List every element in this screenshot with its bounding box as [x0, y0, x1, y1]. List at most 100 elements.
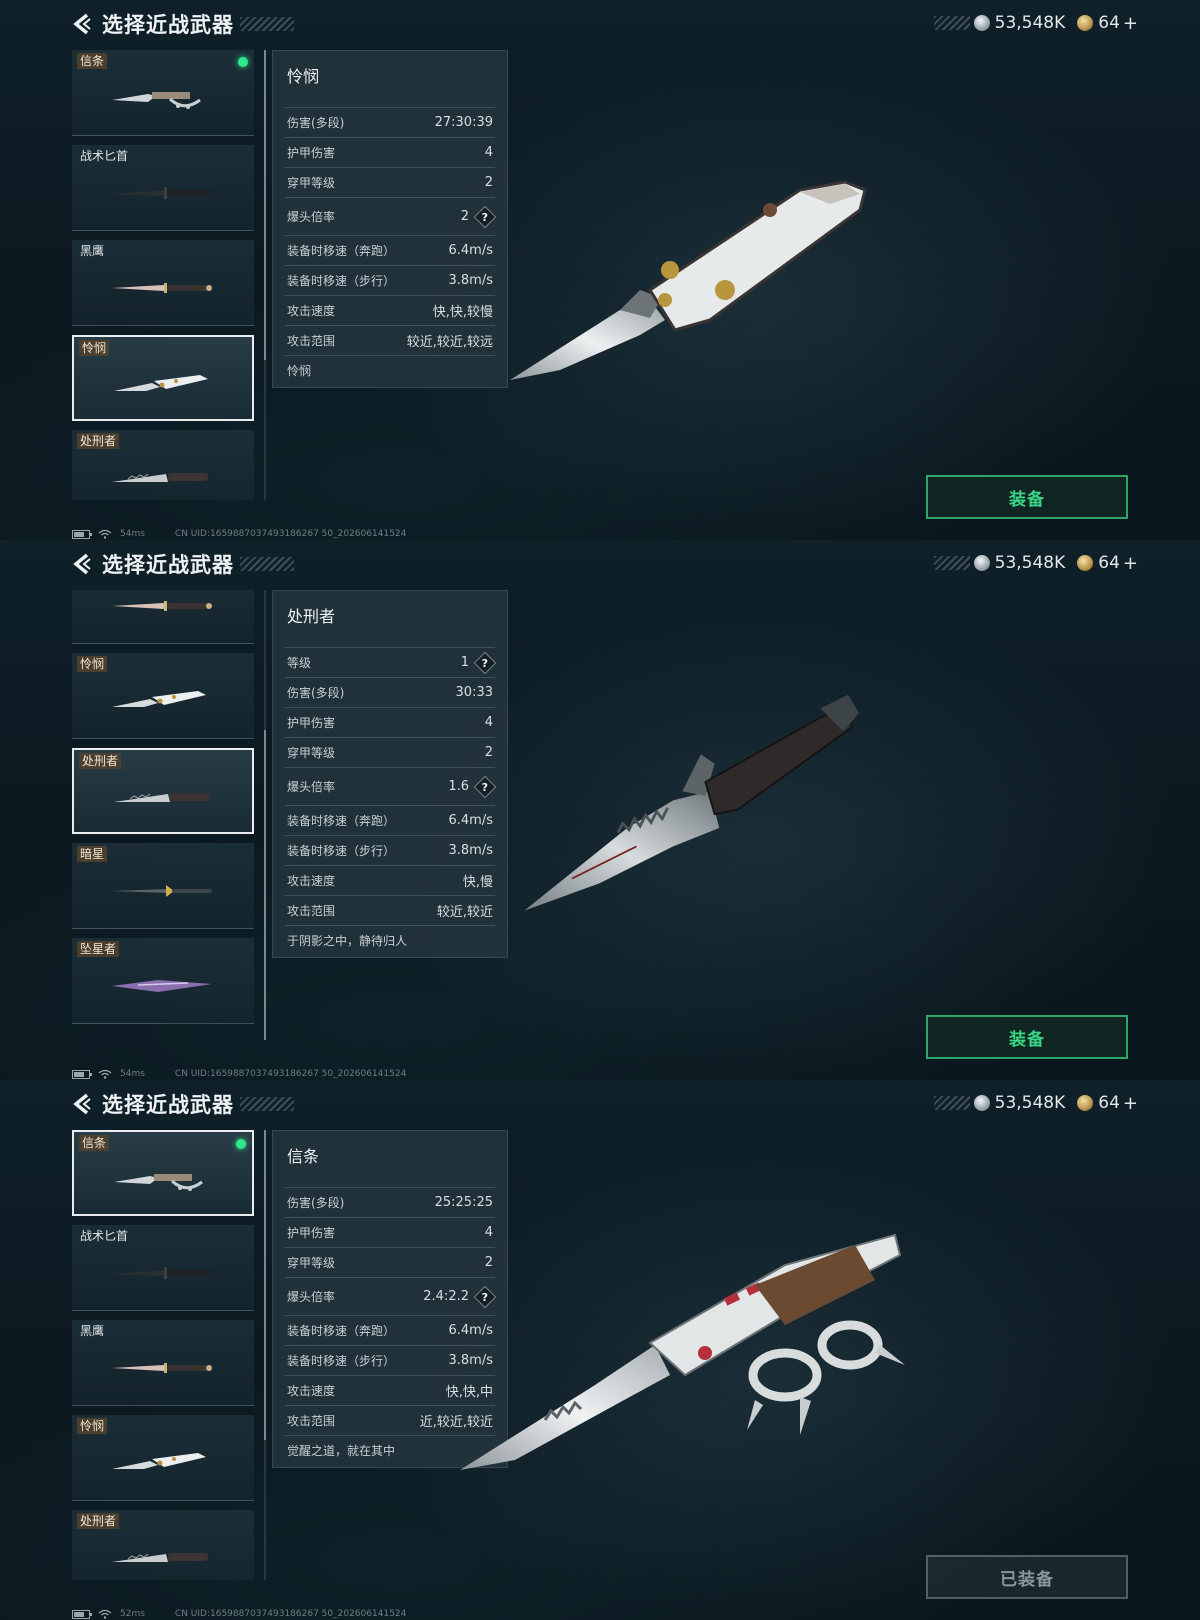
weapon-card-label: 处刑者	[77, 433, 120, 449]
stat-label: 装备时移速（奔跑）	[287, 244, 396, 258]
scrollbar-thumb[interactable]	[264, 1130, 266, 1440]
dagger-icon	[112, 187, 211, 199]
stat-label: 攻击范围	[287, 334, 336, 348]
stat-row: 攻击速度 快,快,较慢	[285, 295, 495, 325]
weapon-card-label: 黑鹰	[80, 244, 105, 258]
plus-icon[interactable]: +	[1123, 13, 1138, 34]
stat-value: 3.8m/s	[448, 843, 494, 858]
equip-button[interactable]: 装备	[926, 1015, 1128, 1059]
weapon-card-label: 处刑者	[77, 1513, 120, 1529]
weapon-card-executioner[interactable]: 处刑者	[72, 748, 254, 834]
ping-value: 52ms	[120, 1609, 145, 1619]
combat-knife-icon	[114, 793, 210, 802]
currency-decoration	[933, 16, 970, 30]
weapon-card-blackhawk[interactable]: 黑鹰	[72, 240, 254, 326]
scrollbar-thumb[interactable]	[264, 730, 266, 1040]
stat-value: 2	[484, 745, 493, 760]
stat-label: 攻击速度	[287, 1384, 336, 1398]
stat-label: 装备时移速（步行）	[287, 844, 396, 858]
back-button[interactable]	[70, 10, 96, 38]
dagger-icon	[112, 1267, 211, 1279]
combat-knife-icon	[112, 473, 208, 482]
stat-value: 较近,较近	[436, 905, 493, 920]
list-scrollbar[interactable]	[264, 590, 266, 1040]
weapon-card-tactical-dagger[interactable]: 战术匕首	[72, 1225, 254, 1311]
silver-amount: 53,548K	[994, 1093, 1066, 1113]
weapon-card-blackhawk[interactable]	[72, 590, 254, 644]
weapon-card-mercy[interactable]: 怜悯	[72, 1415, 254, 1501]
weapon-card-mercy[interactable]: 怜悯	[72, 653, 254, 739]
silver-amount: 53,548K	[994, 553, 1066, 573]
list-scrollbar[interactable]	[264, 50, 266, 500]
help-icon[interactable]: ?	[473, 775, 497, 798]
plus-icon[interactable]: +	[1123, 1093, 1138, 1114]
stat-row: 装备时移速（奔跑） 6.4m/s	[285, 235, 495, 265]
battery-icon	[72, 1609, 92, 1619]
status-footer: 54ms CN UID:1659887037493186267 50_20260…	[72, 1068, 406, 1080]
dagger-icon	[112, 283, 212, 293]
equipped-button[interactable]: 已装备	[926, 1555, 1128, 1599]
weapon-card-label: 黑鹰	[80, 1324, 105, 1338]
folding-knife-icon	[112, 691, 206, 707]
stat-label: 伤害(多段)	[287, 116, 345, 130]
equipped-dot-icon	[238, 57, 248, 67]
weapon-card-label: 暗星	[77, 846, 108, 862]
stat-label: 护甲伤害	[287, 146, 336, 160]
help-icon[interactable]: ?	[473, 651, 497, 674]
weapon-card-mercy[interactable]: 怜悯	[72, 335, 254, 421]
stat-value: 30:33	[455, 685, 493, 700]
weapon-list: 信条 战术匕首 黑鹰 怜悯 处刑者	[72, 50, 258, 500]
stat-row: 穿甲等级 2	[285, 167, 495, 197]
stat-label: 爆头倍率	[287, 780, 336, 794]
weapon-card-executioner[interactable]: 处刑者	[72, 1510, 254, 1580]
weapon-card-executioner[interactable]: 处刑者	[72, 430, 254, 500]
dagger-icon	[112, 885, 212, 897]
stat-value-with-help: 1.6?	[448, 775, 497, 798]
stat-label: 护甲伤害	[287, 716, 336, 730]
uid-text: CN UID:1659887037493186267 50_2026061415…	[174, 529, 407, 539]
equip-button[interactable]: 装备	[926, 475, 1128, 519]
weapon-card-label: 信条	[77, 53, 108, 69]
stat-label: 装备时移速（步行）	[287, 274, 396, 288]
weapon-card-xintiao[interactable]: 信条	[72, 50, 254, 136]
weapon-card-label: 信条	[79, 1135, 110, 1151]
weapon-card-star-faller[interactable]: 坠星者	[72, 938, 254, 1024]
stat-label: 穿甲等级	[287, 1256, 336, 1270]
weapon-card-blackhawk[interactable]: 黑鹰	[72, 1320, 254, 1406]
stat-row: 伤害(多段) 25:25:25	[285, 1187, 495, 1217]
status-footer: 52ms CN UID:1659887037493186267 50_20260…	[72, 1608, 406, 1620]
stat-label: 穿甲等级	[287, 746, 336, 760]
stat-label: 伤害(多段)	[287, 1196, 345, 1210]
help-icon[interactable]: ?	[473, 205, 497, 228]
stat-value: 快,快,较慢	[432, 305, 493, 320]
wifi-icon	[98, 529, 112, 539]
back-arrow-icon	[73, 1093, 91, 1115]
weapon-card-xintiao[interactable]: 信条	[72, 1130, 254, 1216]
title-decoration	[240, 557, 294, 571]
battery-icon	[72, 1069, 92, 1079]
stat-row: 装备时移速（奔跑） 6.4m/s	[285, 805, 495, 835]
list-scrollbar[interactable]	[264, 1130, 266, 1580]
knuckle-knife-icon	[112, 92, 201, 109]
plus-icon[interactable]: +	[1123, 553, 1138, 574]
stat-value: 27:30:39	[434, 115, 493, 130]
weapon-card-dark-star[interactable]: 暗星	[72, 843, 254, 929]
stat-row: 爆头倍率 1.6?	[285, 767, 497, 805]
stat-label: 装备时移速（步行）	[287, 1354, 396, 1368]
stat-row: 护甲伤害 4	[285, 707, 495, 737]
back-arrow-icon	[73, 13, 91, 35]
silver-coin-icon	[973, 555, 990, 571]
stat-value: 25:25:25	[434, 1195, 493, 1210]
weapon-card-tactical-dagger[interactable]: 战术匕首	[72, 145, 254, 231]
stat-row: 伤害(多段) 30:33	[285, 677, 495, 707]
weapon-card-label: 怜悯	[77, 1418, 108, 1434]
equipped-dot-icon	[236, 1139, 246, 1149]
weapon-name: 信条	[287, 1147, 320, 1166]
ping-value: 54ms	[120, 1069, 145, 1079]
weapon-description: 于阴影之中，静待归人	[285, 925, 495, 957]
back-button[interactable]	[70, 1090, 96, 1118]
back-arrow-icon	[73, 553, 91, 575]
scrollbar-thumb[interactable]	[264, 50, 266, 360]
stat-label: 伤害(多段)	[287, 686, 345, 700]
back-button[interactable]	[70, 550, 96, 578]
